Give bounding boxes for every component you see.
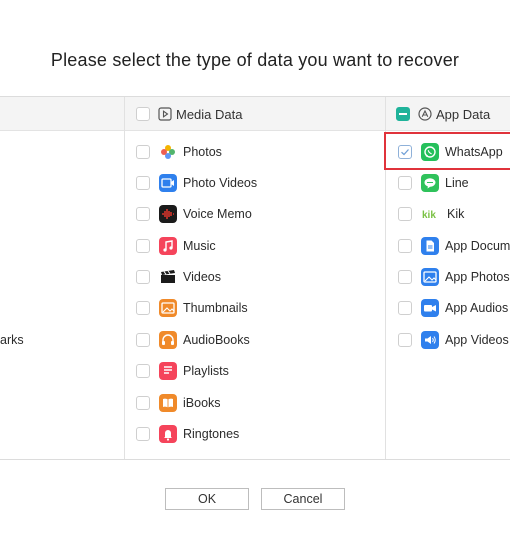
thumbnails-icon [159,299,177,317]
playlists-icon [159,362,177,380]
app-videos-label: App Videos [445,333,509,347]
list-item-voice-memo[interactable]: Voice Memo [136,203,252,225]
list-item-app-videos[interactable]: App Videos [398,329,509,351]
kik-icon: kik [421,205,441,223]
app-documents-label: App Docum [445,239,510,253]
photos-label: Photos [183,145,222,159]
list-item-ibooks[interactable]: iBooks [136,392,221,414]
app-videos-checkbox[interactable] [398,333,412,347]
media-data-header[interactable]: Media Data [136,105,242,123]
app-photos-checkbox[interactable] [398,270,412,284]
app-data-header-label: App Data [436,106,491,122]
voice-memo-checkbox[interactable] [136,207,150,221]
app-data-header[interactable]: App Data [396,105,490,123]
list-item-app-documents[interactable]: App Docum [398,235,510,257]
app-store-icon [418,107,432,121]
media-play-icon [158,107,172,121]
photos-checkbox[interactable] [136,145,150,159]
ibooks-label: iBooks [183,396,221,410]
audiobooks-label: AudioBooks [183,333,250,347]
app-audios-checkbox[interactable] [398,301,412,315]
list-item-thumbnails[interactable]: Thumbnails [136,297,248,319]
kik-checkbox[interactable] [398,207,412,221]
list-item-kik[interactable]: kik Kik [398,203,464,225]
left-column-partial-item[interactable]: arks [0,333,24,347]
photo-videos-icon [159,174,177,192]
list-item-audiobooks[interactable]: AudioBooks [136,329,250,351]
whatsapp-selection-highlight [384,132,510,170]
app-photos-icon [421,268,439,286]
line-checkbox[interactable] [398,176,412,190]
voice-memo-label: Voice Memo [183,207,252,221]
column-separator-1 [124,97,125,459]
app-documents-icon [421,237,439,255]
line-icon [421,174,439,192]
app-photos-label: App Photos [445,270,510,284]
ringtones-icon [159,425,177,443]
thumbnails-checkbox[interactable] [136,301,150,315]
list-item-photos[interactable]: Photos [136,141,222,163]
media-data-header-label: Media Data [176,106,243,122]
photo-videos-checkbox[interactable] [136,176,150,190]
audiobooks-icon [159,331,177,349]
cancel-button[interactable]: Cancel [261,488,345,510]
ibooks-checkbox[interactable] [136,396,150,410]
videos-checkbox[interactable] [136,270,150,284]
svg-text:kik: kik [422,210,436,221]
app-data-checkbox[interactable] [396,107,410,121]
photo-videos-label: Photo Videos [183,176,258,190]
app-audios-label: App Audios [445,301,509,315]
thumbnails-label: Thumbnails [183,301,248,315]
line-label: Line [445,176,469,190]
ringtones-checkbox[interactable] [136,427,150,441]
kik-label: Kik [447,207,465,221]
music-icon [159,237,177,255]
list-item-music[interactable]: Music [136,235,216,257]
playlists-label: Playlists [183,364,229,378]
list-item-app-audios[interactable]: App Audios [398,297,508,319]
list-item-ringtones[interactable]: Ringtones [136,423,239,445]
list-item-videos[interactable]: Videos [136,266,221,288]
videos-icon [159,268,177,286]
media-data-checkbox[interactable] [136,107,150,121]
voice-memo-icon [159,205,177,223]
audiobooks-checkbox[interactable] [136,333,150,347]
ok-button[interactable]: OK [165,488,249,510]
app-documents-checkbox[interactable] [398,239,412,253]
list-item-photo-videos[interactable]: Photo Videos [136,172,257,194]
ringtones-label: Ringtones [183,427,240,441]
music-label: Music [183,239,216,253]
list-item-playlists[interactable]: Playlists [136,360,229,382]
playlists-checkbox[interactable] [136,364,150,378]
ibooks-icon [159,394,177,412]
list-item-line[interactable]: Line [398,172,469,194]
music-checkbox[interactable] [136,239,150,253]
photos-icon [159,143,177,161]
list-item-app-photos[interactable]: App Photos [398,266,510,288]
videos-label: Videos [183,270,221,284]
dialog-title: Please select the type of data you want … [50,50,460,70]
app-videos-icon [421,331,439,349]
app-audios-icon [421,299,439,317]
